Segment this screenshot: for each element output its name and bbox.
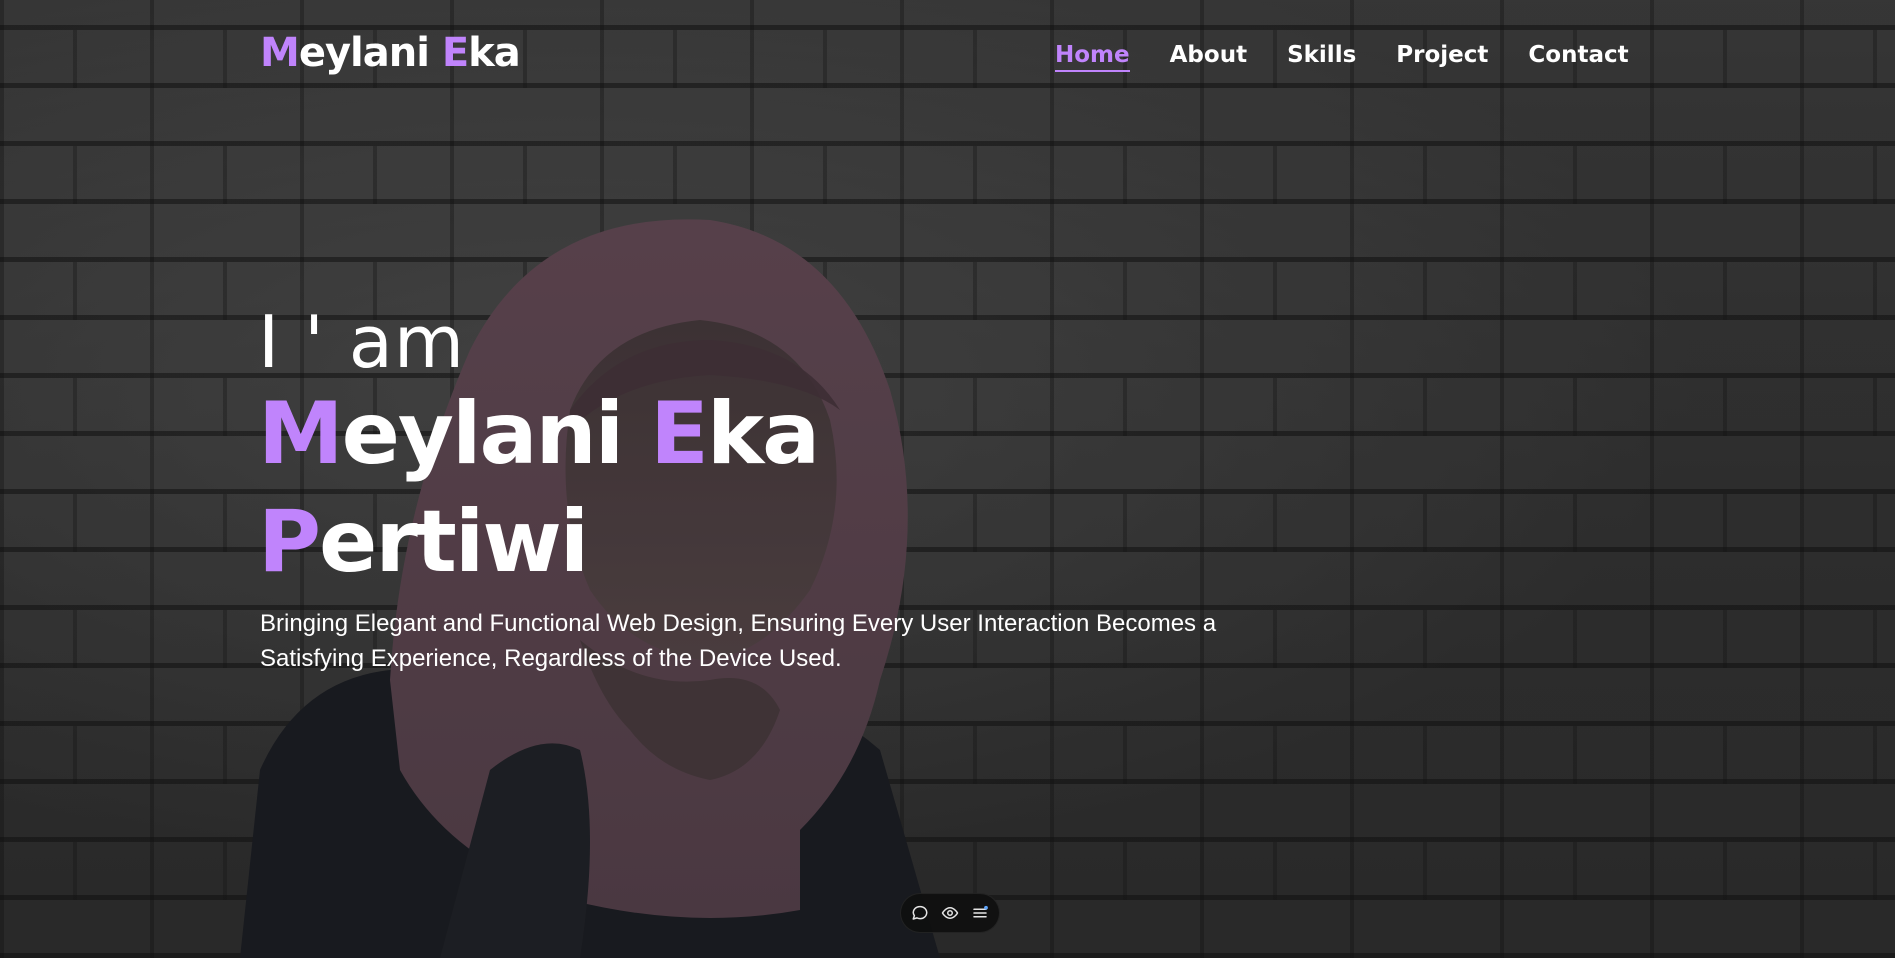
- hero-name-ka: ka: [706, 384, 820, 484]
- comment-icon[interactable]: [909, 902, 931, 924]
- logo-initial-m: M: [260, 30, 300, 76]
- menu-icon[interactable]: [969, 902, 991, 924]
- floating-toolbar: [900, 893, 1000, 933]
- logo-text-ka: ka: [468, 30, 521, 76]
- hero-name: Meylani Eka Pertiwi: [258, 380, 820, 596]
- hero-name-eylani: eylani: [341, 384, 651, 484]
- eye-icon[interactable]: [939, 902, 961, 924]
- nav-skills[interactable]: Skills: [1287, 42, 1356, 72]
- nav-home[interactable]: Home: [1055, 42, 1130, 72]
- nav-contact[interactable]: Contact: [1528, 42, 1628, 72]
- nav-about[interactable]: About: [1170, 42, 1247, 72]
- hero-description: Bringing Elegant and Functional Web Desi…: [260, 610, 1217, 672]
- logo-text-eylani: eylani: [298, 30, 442, 76]
- site-logo[interactable]: Meylani Eka: [260, 30, 521, 76]
- hero-intro: I ' am: [258, 300, 466, 384]
- hero-name-initial-m: M: [258, 384, 344, 484]
- nav-project[interactable]: Project: [1396, 42, 1488, 72]
- hero-section: Meylani Eka Home About Skills Project Co…: [0, 0, 1895, 958]
- hero-name-initial-e: E: [650, 384, 709, 484]
- logo-initial-e: E: [441, 30, 469, 76]
- hero-name-initial-p: P: [258, 492, 321, 592]
- hero-name-ertiwi: ertiwi: [319, 492, 589, 592]
- main-nav: Home About Skills Project Contact: [1055, 42, 1629, 72]
